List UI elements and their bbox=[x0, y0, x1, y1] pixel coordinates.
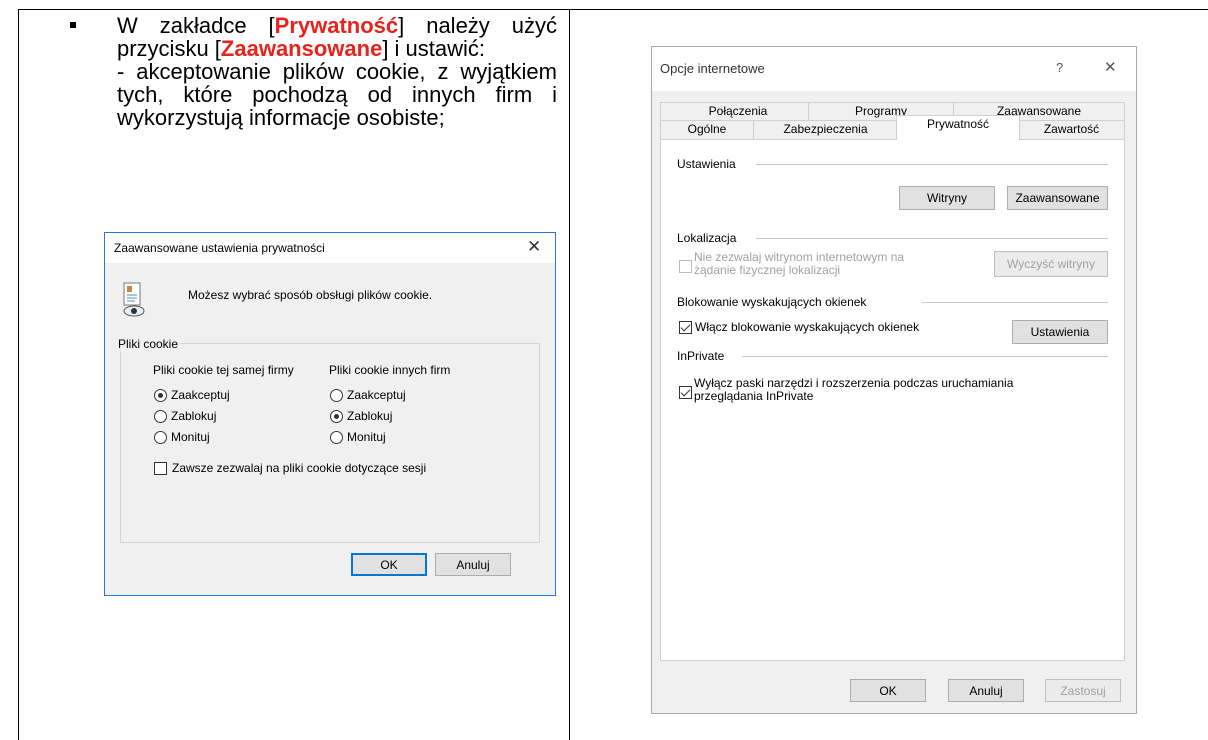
close-icon[interactable]: ✕ bbox=[527, 237, 541, 257]
privacy-dialog-titlebar: Zaawansowane ustawienia prywatności ✕ bbox=[105, 233, 555, 263]
inprivate-checkbox-label: Wyłącz paski narzędzi i rozszerzenia pod… bbox=[694, 376, 1014, 403]
cancel-button[interactable]: Anuluj bbox=[948, 679, 1024, 702]
first-party-accept-label: Zaakceptuj bbox=[171, 388, 230, 402]
third-party-block-label: Zablokuj bbox=[347, 409, 393, 423]
session-cookies-label: Zawsze zezwalaj na pliki cookie dotycząc… bbox=[172, 461, 427, 475]
clear-sites-button[interactable]: Wyczyść witryny bbox=[994, 251, 1108, 277]
session-cookies-checkbox[interactable] bbox=[154, 462, 167, 475]
privacy-dialog-title: Zaawansowane ustawienia prywatności bbox=[114, 241, 325, 255]
internet-options-titlebar: Opcje internetowe ? ✕ bbox=[652, 47, 1136, 91]
third-party-accept-radio[interactable] bbox=[330, 389, 343, 402]
first-party-header: Pliki cookie tej samej firmy bbox=[153, 363, 294, 377]
popup-blocker-label: Włącz blokowanie wyskakujących okienek bbox=[695, 320, 920, 334]
settings-section-label: Ustawienia bbox=[677, 157, 736, 171]
bullet-marker bbox=[70, 22, 76, 28]
first-party-prompt-label: Monituj bbox=[171, 430, 210, 444]
tab-general[interactable]: Ogólne bbox=[660, 120, 754, 139]
location-separator bbox=[756, 238, 1108, 239]
internet-options-dialog: Opcje internetowe ? ✕ Połączenia Program… bbox=[651, 46, 1137, 714]
instr-part1: W zakładce [ bbox=[117, 13, 275, 38]
instr-tab-name: Prywatność bbox=[274, 13, 399, 38]
location-checkbox[interactable] bbox=[679, 260, 692, 273]
table-top-border bbox=[18, 9, 1208, 10]
cookie-document-icon bbox=[122, 281, 146, 319]
third-party-accept-label: Zaakceptuj bbox=[347, 388, 406, 402]
location-section-label: Lokalizacja bbox=[677, 231, 737, 245]
tab-connections[interactable]: Połączenia bbox=[660, 102, 816, 120]
apply-button[interactable]: Zastosuj bbox=[1045, 679, 1121, 702]
instr-line2: - akceptowanie plików cookie, z wyjątkie… bbox=[117, 59, 557, 130]
advanced-privacy-dialog: Zaawansowane ustawienia prywatności ✕ Mo… bbox=[104, 232, 556, 596]
location-checkbox-label: Nie zezwalaj witrynom internetowym na żą… bbox=[694, 250, 905, 277]
third-party-prompt-label: Monituj bbox=[347, 430, 386, 444]
privacy-cancel-button[interactable]: Anuluj bbox=[435, 553, 511, 576]
inprivate-separator bbox=[742, 356, 1108, 357]
close-icon[interactable]: ✕ bbox=[1104, 58, 1117, 76]
tab-content[interactable]: Zawartość bbox=[1018, 120, 1125, 139]
instruction-text: W zakładce [Prywatność] należy użyć przy… bbox=[117, 14, 557, 129]
internet-options-title: Opcje internetowe bbox=[660, 61, 765, 76]
third-party-header: Pliki cookie innych firm bbox=[329, 363, 451, 377]
first-party-block-radio[interactable] bbox=[154, 410, 167, 423]
popup-section-label: Blokowanie wyskakujących okienek bbox=[677, 295, 867, 309]
third-party-block-radio[interactable] bbox=[330, 410, 343, 423]
popup-settings-button[interactable]: Ustawienia bbox=[1012, 320, 1108, 344]
help-icon[interactable]: ? bbox=[1056, 60, 1063, 75]
ok-button[interactable]: OK bbox=[850, 679, 926, 702]
inprivate-section-label: InPrivate bbox=[677, 349, 725, 363]
advanced-button[interactable]: Zaawansowane bbox=[1007, 186, 1108, 210]
first-party-block-label: Zablokuj bbox=[171, 409, 217, 423]
popup-separator bbox=[922, 302, 1108, 303]
sites-button[interactable]: Witryny bbox=[899, 186, 995, 210]
inprivate-checkbox[interactable] bbox=[679, 386, 692, 399]
privacy-ok-button[interactable]: OK bbox=[351, 553, 427, 576]
third-party-prompt-radio[interactable] bbox=[330, 431, 343, 444]
cookies-group-label: Pliki cookie bbox=[116, 337, 181, 351]
first-party-accept-radio[interactable] bbox=[154, 389, 167, 402]
instr-part3: ] i ustawić: bbox=[382, 36, 486, 61]
first-party-prompt-radio[interactable] bbox=[154, 431, 167, 444]
settings-separator bbox=[756, 164, 1108, 165]
instr-button-name: Zaawansowane bbox=[220, 36, 383, 61]
tab-security[interactable]: Zabezpieczenia bbox=[753, 120, 898, 139]
tab-privacy[interactable]: Prywatność bbox=[896, 115, 1020, 140]
table-left-border bbox=[18, 9, 19, 740]
table-middle-border bbox=[569, 9, 570, 740]
privacy-message: Możesz wybrać sposób obsługi plików cook… bbox=[188, 288, 433, 302]
popup-blocker-checkbox[interactable] bbox=[679, 321, 692, 334]
